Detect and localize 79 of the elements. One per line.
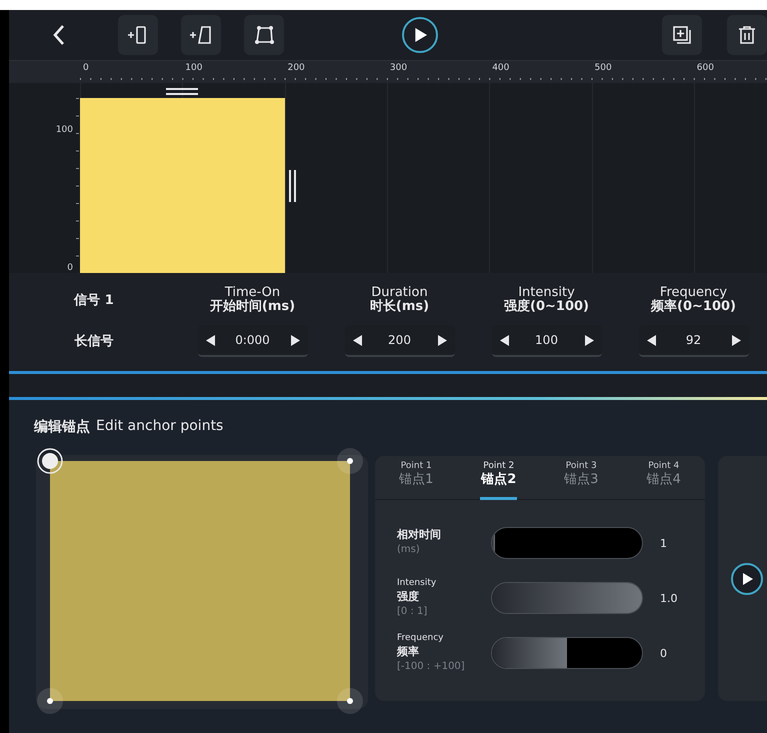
left-arrow-icon [352,334,362,346]
ruler-label: 200 [288,63,305,73]
increment-button[interactable] [438,334,446,346]
value-stepper[interactable]: 0:000 [198,325,308,357]
anchor-handle[interactable] [36,447,64,475]
value-stepper[interactable]: 200 [344,325,454,357]
slider-value: 1.0 [660,592,678,604]
decrement-button[interactable] [206,334,214,346]
decrement-button[interactable] [352,334,362,346]
left-arrow-icon [500,334,508,346]
add-copy-icon [672,25,692,45]
ruler-label: 600 [696,63,714,73]
right-arrow-icon [732,334,740,346]
add-bar-button[interactable] [118,15,158,55]
ruler-label: 400 [492,63,510,73]
slider-label: Frequency [397,632,444,644]
add-copy-button[interactable] [662,15,702,55]
value-stepper[interactable]: 100 [492,325,602,357]
ruler-label: 0 [83,63,89,73]
signal-type: 长信号 [74,333,114,350]
param-label: Frequency [660,286,728,300]
decrement-button[interactable] [500,334,508,346]
play-button[interactable] [731,562,763,594]
play-button[interactable] [402,17,438,53]
slider-label: Intensity [397,576,438,590]
delete-button[interactable] [727,15,767,55]
play-icon [413,28,427,42]
sheet-title: Edit anchor points [96,418,224,436]
ruler-label: 500 [594,63,612,73]
anchor-handle[interactable] [336,447,364,475]
anchor-handle[interactable] [336,687,364,715]
trash-icon [738,25,756,45]
right-arrow-icon [290,334,300,346]
add-ramp-button[interactable] [181,15,221,55]
increment-button[interactable] [584,334,594,346]
anchor-shape-icon [253,25,275,45]
point-tab[interactable]: Point 4 锚点4 [622,456,705,499]
param-label: 强度(0~100) [504,300,589,314]
slider-track[interactable] [491,637,643,669]
point-tab[interactable]: Point 3 锚点3 [540,456,622,499]
point-tab[interactable]: Point 1 锚点1 [375,456,458,499]
point-tab[interactable]: Point 2 锚点2 [458,456,540,499]
slider-range: [0 : 1] [397,604,428,618]
ruler-label: 300 [390,63,408,73]
right-arrow-icon [438,334,446,346]
param-label: Time-On [224,286,282,300]
anchor-shape-button[interactable] [244,15,284,55]
sheet-title: 编辑锚点 [34,418,90,436]
param-label: 开始时间(ms) [210,300,296,314]
anchor-handle[interactable] [36,687,64,715]
signal-name: 信号 1 [74,292,114,309]
param-label: Intensity [518,286,576,300]
right-arrow-icon [584,334,594,346]
axis-label: 0 [66,263,73,273]
param-label: 时长(ms) [370,300,430,314]
slider-label: 频率 [397,644,420,658]
axis-label: 100 [54,125,73,135]
add-bar-icon [127,25,149,45]
decrement-button[interactable] [646,334,656,346]
increment-button[interactable] [732,334,740,346]
resize-handle-icon [288,170,296,202]
add-ramp-icon [189,25,213,45]
param-label: 频率(0~100) [651,300,736,314]
slider-range: [-100 : +100] [397,660,466,674]
slider-range: (ms) [397,543,421,557]
increment-button[interactable] [290,334,300,346]
left-arrow-icon [646,334,656,346]
slider-track[interactable] [491,527,643,559]
left-arrow-icon [206,334,214,346]
back-icon [52,24,66,46]
value-stepper[interactable]: 92 [638,325,748,357]
param-label: Duration [371,286,429,300]
play-icon [741,572,753,584]
drag-handle-icon [166,88,198,95]
slider-value: 1 [660,536,667,550]
slider-label: 强度 [397,590,420,604]
slider-value: 0 [660,646,667,660]
slider-label: 相对时间 [397,528,442,542]
ruler-label: 100 [185,63,202,73]
